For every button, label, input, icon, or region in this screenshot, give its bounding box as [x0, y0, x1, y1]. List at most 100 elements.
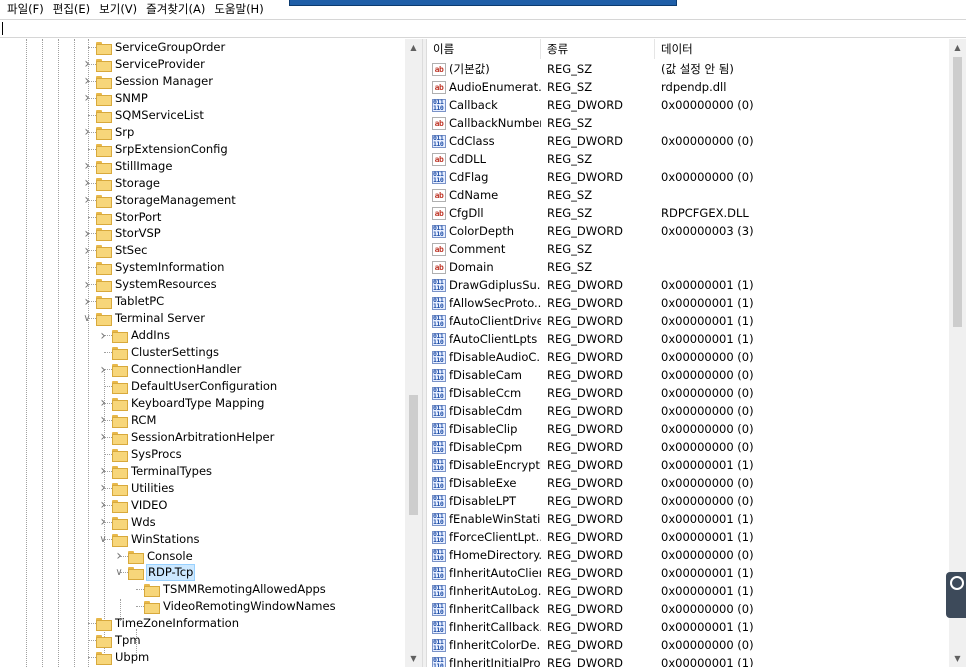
tree-item[interactable]: StorPort: [82, 209, 162, 226]
chevron-right-icon[interactable]: ›: [98, 395, 108, 412]
table-row[interactable]: 011 110 CdFlag REG_DWORD 0x00000000 (0): [427, 168, 949, 186]
chevron-right-icon[interactable]: ›: [114, 548, 124, 565]
chevron-right-icon[interactable]: ›: [82, 293, 92, 310]
tree-item[interactable]: › Console: [114, 548, 194, 565]
chevron-right-icon[interactable]: ›: [98, 463, 108, 480]
chevron-right-icon[interactable]: ›: [82, 124, 92, 141]
menu-favorites[interactable]: 즐겨찾기(A): [143, 0, 211, 19]
tree-item[interactable]: › SNMP: [82, 90, 149, 107]
chevron-right-icon[interactable]: ›: [98, 429, 108, 446]
table-row[interactable]: 011 110 fDisableCcm REG_DWORD 0x00000000 (0…: [427, 384, 949, 402]
table-row[interactable]: ab Comment REG_SZ: [427, 240, 949, 258]
tree-item[interactable]: SystemInformation: [82, 259, 225, 276]
scroll-thumb[interactable]: [953, 57, 962, 327]
table-row[interactable]: ab Domain REG_SZ: [427, 258, 949, 276]
table-row[interactable]: 011 110 fInheritAutoLog... REG_DWORD 0x0000…: [427, 582, 949, 600]
tree-item[interactable]: › ServiceProvider: [82, 56, 206, 73]
table-row[interactable]: 011 110fDisableEncrypti... REG_DWORD 0x000…: [427, 456, 949, 474]
column-header-name[interactable]: 이름: [427, 39, 541, 59]
table-row[interactable]: 011 110 fDisableAudioC... REG_DWORD 0x00000…: [427, 348, 949, 366]
table-row[interactable]: ab CfgDll REG_SZ RDPCFGEX.DLL: [427, 204, 949, 222]
chevron-right-icon[interactable]: ›: [98, 480, 108, 497]
tree-item[interactable]: › ConnectionHandler: [98, 361, 242, 378]
tree-item[interactable]: SysProcs: [98, 446, 183, 463]
table-row[interactable]: 011 110 fHomeDirectory... REG_DWORD 0x00000…: [427, 546, 949, 564]
table-row[interactable]: 011 110 fInheritCallback REG_DWORD 0x000000…: [427, 600, 949, 618]
table-row[interactable]: 011 110 CdClass REG_DWORD 0x00000000 (0): [427, 132, 949, 150]
tree-item[interactable]: DefaultUserConfiguration: [98, 378, 278, 395]
tree-item[interactable]: ClusterSettings: [98, 344, 220, 361]
scroll-thumb[interactable]: [409, 395, 418, 515]
column-header-data[interactable]: 데이터: [655, 39, 949, 59]
chevron-right-icon[interactable]: ›: [98, 497, 108, 514]
table-row[interactable]: 011 110 fDisableExe REG_DWORD 0x00000000 (0…: [427, 474, 949, 492]
tree-item[interactable]: › StorVSP: [82, 225, 162, 242]
floating-tool-widget[interactable]: [946, 572, 966, 618]
table-row[interactable]: 011 110 ColorDepth REG_DWORD 0x00000003 (3): [427, 222, 949, 240]
tree-item[interactable]: › Storage: [82, 175, 161, 192]
table-row[interactable]: 011 110 fForceClientLpt... REG_DWORD 0x0000…: [427, 528, 949, 546]
table-row[interactable]: 011 110 fDisableLPT REG_DWORD 0x00000000 (0…: [427, 492, 949, 510]
chevron-right-icon[interactable]: ›: [98, 514, 108, 531]
tree-item[interactable]: › Utilities: [98, 480, 175, 497]
table-row[interactable]: 011 110fInheritInitialPro... REG_DWORD 0x0…: [427, 654, 949, 667]
tree-item[interactable]: › StSec: [82, 242, 149, 259]
chevron-right-icon[interactable]: ›: [98, 327, 108, 344]
tree-item[interactable]: › TerminalTypes: [98, 463, 213, 480]
scroll-down-arrow-icon[interactable]: ▼: [949, 650, 966, 667]
table-row[interactable]: 011 110 Callback REG_DWORD 0x00000000 (0): [427, 96, 949, 114]
tree-item[interactable]: › Wds: [98, 514, 157, 531]
chevron-right-icon[interactable]: ›: [82, 90, 92, 107]
tree-item[interactable]: SQMServiceList: [82, 107, 205, 124]
scroll-up-arrow-icon[interactable]: ▲: [405, 39, 422, 56]
tree-item[interactable]: ∨ RDP-Tcp: [114, 564, 196, 582]
table-row[interactable]: 011 110 DrawGdiplusSu... REG_DWORD 0x000000…: [427, 276, 949, 294]
chevron-right-icon[interactable]: ›: [82, 56, 92, 73]
address-bar[interactable]: [0, 19, 966, 38]
address-input[interactable]: [0, 20, 966, 37]
table-row[interactable]: ab CallbackNumber REG_SZ: [427, 114, 949, 132]
tree-scrollbar[interactable]: ▲ ▼: [405, 39, 422, 667]
chevron-down-icon[interactable]: ∨: [82, 310, 92, 327]
menu-edit[interactable]: 편집(E): [50, 0, 96, 19]
tree-item[interactable]: TSMMRemotingAllowedApps: [130, 581, 327, 598]
table-row[interactable]: 011 110 fDisableCpm REG_DWORD 0x00000000 (0…: [427, 438, 949, 456]
tree-item[interactable]: › Srp: [82, 124, 135, 141]
tree-item[interactable]: › Session Manager: [82, 73, 214, 90]
table-row[interactable]: 011 110 fAllowSecProto... REG_DWORD 0x00000…: [427, 294, 949, 312]
tree-item[interactable]: ∨ WinStations: [98, 531, 200, 548]
menu-file[interactable]: 파일(F): [4, 0, 50, 19]
table-row[interactable]: ab (기본값) REG_SZ (값 설정 안 됨): [427, 60, 949, 78]
chevron-down-icon[interactable]: ∨: [114, 564, 124, 581]
chevron-right-icon[interactable]: ›: [82, 158, 92, 175]
table-row[interactable]: 011 110 fDisableCdm REG_DWORD 0x00000000 (0…: [427, 402, 949, 420]
table-row[interactable]: 011 110 fAutoClientLpts REG_DWORD 0x0000000…: [427, 330, 949, 348]
chevron-right-icon[interactable]: ›: [98, 361, 108, 378]
chevron-right-icon[interactable]: ›: [82, 242, 92, 259]
table-row[interactable]: ab CdDLL REG_SZ: [427, 150, 949, 168]
table-row[interactable]: 011 110 fInheritAutoClient REG_DWORD 0x0000…: [427, 564, 949, 582]
chevron-right-icon[interactable]: ›: [82, 73, 92, 90]
table-row[interactable]: 011 110 fDisableCam REG_DWORD 0x00000000 (0…: [427, 366, 949, 384]
menu-help[interactable]: 도움말(H): [211, 0, 269, 19]
chevron-right-icon[interactable]: ›: [82, 225, 92, 242]
tree-item[interactable]: › KeyboardType Mapping: [98, 395, 265, 412]
tree-item[interactable]: › SessionArbitrationHelper: [98, 429, 275, 446]
tree-item[interactable]: › VIDEO: [98, 497, 168, 514]
chevron-down-icon[interactable]: ∨: [98, 531, 108, 548]
chevron-right-icon[interactable]: ›: [82, 175, 92, 192]
table-row[interactable]: 011 110 fAutoClientDrives REG_DWORD 0x00000…: [427, 312, 949, 330]
tree-item[interactable]: › StorageManagement: [82, 192, 237, 209]
table-row[interactable]: 011 110fEnableWinStati... REG_DWORD 0x0000…: [427, 510, 949, 528]
table-row[interactable]: 011 110 fDisableClip REG_DWORD 0x00000000 (…: [427, 420, 949, 438]
tree-item[interactable]: › SystemResources: [82, 276, 218, 293]
tree-item[interactable]: › TabletPC: [82, 293, 165, 310]
tree-item[interactable]: TimeZoneInformation: [82, 615, 240, 632]
tree-item[interactable]: › AddIns: [98, 327, 171, 344]
tree-item[interactable]: ∨ Terminal Server: [82, 310, 206, 327]
table-row[interactable]: 011 110 fInheritCallback... REG_DWORD 0x000…: [427, 618, 949, 636]
tree-item[interactable]: SrpExtensionConfig: [82, 141, 229, 158]
tree-item[interactable]: Ubpm: [82, 649, 150, 666]
menu-view[interactable]: 보기(V): [96, 0, 143, 19]
tree-item[interactable]: VideoRemotingWindowNames: [130, 598, 337, 615]
